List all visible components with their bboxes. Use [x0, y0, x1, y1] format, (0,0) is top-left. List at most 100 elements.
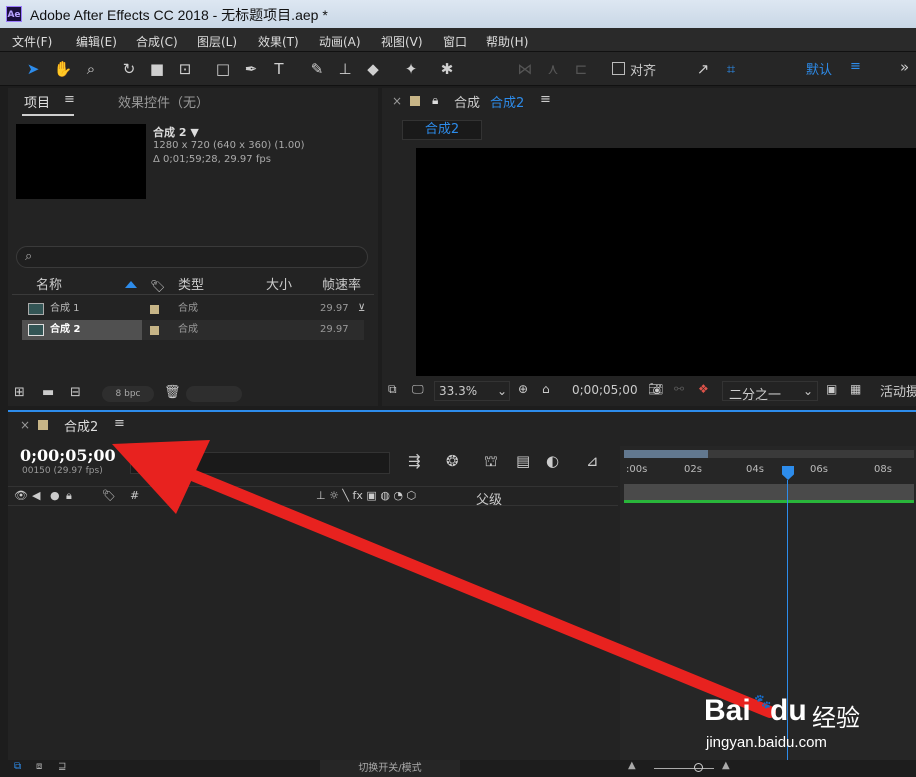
workspace-menu-icon[interactable]: ≡: [850, 59, 861, 74]
menu-window[interactable]: 窗口: [443, 33, 467, 50]
composition-mini-flowchart-icon[interactable]: ⇶: [408, 452, 421, 470]
transparency-grid-icon[interactable]: ▦: [850, 382, 861, 396]
zoom-out-icon[interactable]: ▲: [628, 760, 636, 771]
label-column-icon[interactable]: 🏷: [150, 279, 165, 293]
project-menu-icon[interactable]: ≡: [64, 92, 75, 107]
column-type[interactable]: 类型: [178, 277, 204, 295]
timeline-tab[interactable]: 合成2: [64, 416, 98, 435]
brush-tool-icon[interactable]: ✎: [306, 58, 328, 80]
more-workspaces-icon[interactable]: »: [900, 58, 909, 76]
puppet-tool-icon[interactable]: ✱: [436, 58, 458, 80]
trash-icon[interactable]: 🗑: [164, 385, 181, 400]
align-checkbox[interactable]: [612, 62, 625, 75]
project-item-row[interactable]: 合成 1 合成 29.97 ⊻: [22, 299, 365, 319]
flowchart-icon[interactable]: ⊻: [358, 299, 365, 319]
zoom-select[interactable]: 33.3% ⌄: [434, 381, 510, 401]
monitor-icon[interactable]: 🖵: [412, 382, 424, 397]
viewer-timecode[interactable]: 0;00;05;00: [572, 383, 638, 397]
footer-scroll[interactable]: [186, 386, 242, 402]
clone-stamp-tool-icon[interactable]: ⊥: [334, 58, 356, 80]
show-snapshot-icon[interactable]: ⚯: [674, 382, 684, 396]
menu-file[interactable]: 文件(F): [12, 33, 52, 50]
current-time-display[interactable]: 0;00;05;00: [20, 446, 116, 465]
always-preview-icon[interactable]: ⧉: [388, 382, 397, 397]
active-camera-select[interactable]: 活动摄: [880, 381, 916, 400]
interpret-footage-icon[interactable]: ⊞: [14, 385, 25, 400]
hand-tool-icon[interactable]: ✋: [52, 58, 74, 80]
snap-icon[interactable]: ↗: [692, 58, 714, 80]
viewer-tab-name[interactable]: 合成2: [490, 92, 524, 111]
mask-visibility-icon[interactable]: ⌂: [542, 382, 550, 396]
label-color-swatch[interactable]: [150, 326, 159, 335]
pen-tool-icon[interactable]: ✒: [240, 58, 262, 80]
menu-composition[interactable]: 合成(C): [136, 33, 178, 50]
layer-number-column[interactable]: #: [130, 489, 139, 502]
project-search-input[interactable]: ⌕: [16, 246, 368, 268]
switches-icons[interactable]: ⊥ ☼ ╲ fx ▣ ◍ ◔ ⬡: [316, 489, 416, 502]
new-folder-icon[interactable]: ▬: [42, 385, 54, 400]
time-navigator[interactable]: [624, 450, 708, 458]
timeline-menu-icon[interactable]: ≡: [114, 416, 125, 431]
playhead-handle[interactable]: [782, 466, 794, 480]
solo-icon[interactable]: ●: [50, 489, 60, 502]
column-size[interactable]: 大小: [266, 277, 292, 295]
new-comp-icon[interactable]: ⊟: [70, 385, 81, 400]
project-item-row[interactable]: 合成 2 合成 29.97: [22, 320, 364, 340]
eraser-tool-icon[interactable]: ◆: [362, 58, 384, 80]
motion-blur-icon[interactable]: ◐: [546, 452, 559, 470]
transfer-controls-icon[interactable]: ⧈: [36, 761, 42, 772]
rectangle-tool-icon[interactable]: □: [212, 58, 234, 80]
draft-3d-icon[interactable]: ❂: [446, 452, 459, 470]
menu-effect[interactable]: 效果(T): [258, 33, 299, 50]
selected-comp-name[interactable]: 合成 2 ▼: [153, 124, 199, 140]
selection-tool-icon[interactable]: ➤: [22, 58, 44, 80]
graph-editor-icon[interactable]: ⊿: [586, 452, 599, 470]
layer-list-area[interactable]: [8, 507, 620, 757]
menu-layer[interactable]: 图层(L): [197, 33, 237, 50]
workspace-default[interactable]: 默认: [806, 59, 832, 78]
zoom-in-icon[interactable]: ▲: [722, 760, 730, 771]
comp-navigator-tab[interactable]: 合成2: [402, 120, 482, 140]
viewer-menu-icon[interactable]: ≡: [540, 92, 551, 107]
grid-guide-icon[interactable]: ⊕: [518, 382, 528, 396]
video-visibility-icon[interactable]: 👁︎: [14, 489, 28, 502]
channel-icon[interactable]: ❖: [698, 382, 709, 396]
zoom-slider[interactable]: [654, 768, 714, 769]
zoom-slider-handle[interactable]: [694, 763, 703, 772]
menu-help[interactable]: 帮助(H): [486, 33, 528, 50]
roto-brush-tool-icon[interactable]: ✦: [400, 58, 422, 80]
column-fps[interactable]: 帧速率: [322, 277, 361, 295]
snap-options-icon[interactable]: ⌗: [720, 58, 742, 80]
menu-animation[interactable]: 动画(A): [319, 33, 361, 50]
lock-icon[interactable]: 🔒︎: [432, 93, 438, 108]
label-color-swatch[interactable]: [150, 305, 159, 314]
column-name[interactable]: 名称: [36, 277, 62, 295]
resolution-select[interactable]: 二分之一 ⌄: [722, 381, 818, 403]
close-tab-icon[interactable]: ×: [20, 418, 30, 432]
camera-tool-icon[interactable]: ■: [146, 58, 168, 80]
menu-edit[interactable]: 编辑(E): [76, 33, 117, 50]
work-area-range[interactable]: [624, 484, 914, 500]
tab-project[interactable]: 项目: [24, 92, 50, 111]
lock-column-icon[interactable]: 🔒︎: [66, 489, 72, 503]
menu-view[interactable]: 视图(V): [381, 33, 423, 50]
timeline-search-input[interactable]: ⌕: [130, 452, 390, 474]
snapshot-icon[interactable]: 📷︎: [648, 382, 663, 396]
comp-canvas[interactable]: [416, 148, 916, 376]
label-column-icon[interactable]: 🏷: [102, 489, 116, 502]
viewer-tab-prefix[interactable]: 合成: [454, 92, 480, 111]
bit-depth-button[interactable]: 8 bpc: [102, 386, 154, 402]
audio-icon[interactable]: ◀︎: [32, 489, 40, 502]
shy-layers-icon[interactable]: ⛫: [484, 452, 498, 472]
rotate-tool-icon[interactable]: ↻: [118, 58, 140, 80]
close-tab-icon[interactable]: ×: [392, 94, 402, 108]
tab-effect-controls[interactable]: 效果控件（无）: [118, 92, 209, 111]
region-of-interest-icon[interactable]: ▣: [826, 382, 837, 396]
in-out-icon[interactable]: ⊒: [58, 761, 66, 772]
zoom-tool-icon[interactable]: ⌕: [80, 58, 102, 80]
frame-blending-icon[interactable]: ▤: [516, 452, 530, 470]
parent-column[interactable]: 父级: [476, 489, 502, 508]
toggle-switches-modes[interactable]: 切换开关/模式: [320, 760, 460, 777]
layer-switches-icon[interactable]: ⧉: [14, 761, 21, 772]
pan-behind-tool-icon[interactable]: ⊡: [174, 58, 196, 80]
